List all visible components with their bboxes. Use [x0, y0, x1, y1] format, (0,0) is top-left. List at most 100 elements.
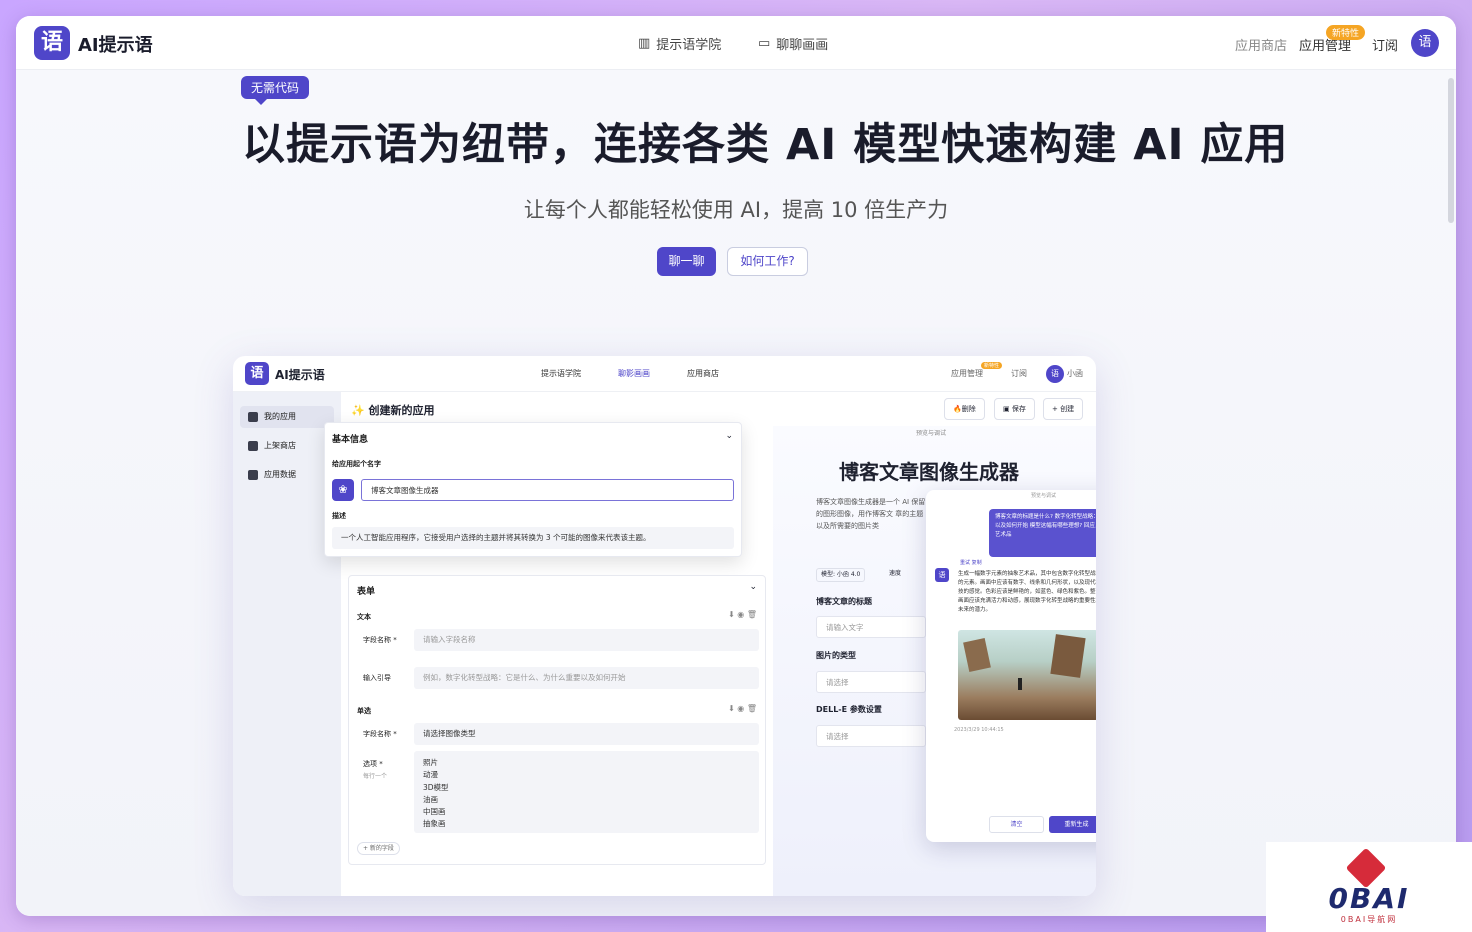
- preview-q3: DELL-E 参数设置: [816, 705, 882, 714]
- logo-icon[interactable]: 语: [34, 26, 70, 60]
- book-icon: ▥: [638, 36, 651, 51]
- nav-subscribe[interactable]: 订阅: [1372, 35, 1398, 54]
- save-icon: ▣: [1003, 405, 1010, 413]
- scrollbar[interactable]: [1448, 78, 1454, 223]
- preview-q1-input: 请输入文字: [816, 616, 926, 638]
- mock-avatar: 语: [1046, 365, 1064, 383]
- chat-icon: ▭: [758, 36, 771, 51]
- preview-speed: 速度: [889, 570, 902, 577]
- mock-page-title: ✨ 创建新的应用: [351, 402, 435, 418]
- mock-top-nav: 语 AI提示语 提示语学院 聊影画画 应用商店 应用管理 新特性 订阅 语 小函: [233, 356, 1096, 392]
- text-field-label: 文本: [357, 613, 371, 621]
- option-item: 3D模型: [423, 782, 449, 792]
- mock-nav-subscribe: 订阅: [1011, 369, 1027, 378]
- nav-chat-draw[interactable]: ▭ 聊聊画画: [758, 34, 828, 53]
- sparkle-icon: ✨: [351, 404, 365, 417]
- copy-link: 复制: [971, 560, 982, 566]
- option-item: 动漫: [423, 770, 438, 780]
- retry-copy-actions: 重试 复制: [960, 559, 982, 566]
- watermark: 0BAI 0BAI导航网: [1266, 842, 1472, 932]
- mock-save-button: ▣ 保存: [994, 398, 1035, 420]
- radio-name-label: 字段名称 *: [363, 730, 397, 738]
- option-item: 照片: [423, 758, 438, 767]
- preview-q2: 图片的类型: [816, 651, 856, 660]
- clear-button: 清空: [989, 816, 1044, 833]
- preview-title: 博客文章图像生成器: [839, 460, 1019, 484]
- mock-side-label: 上架商店: [264, 441, 296, 450]
- mock-nav-store: 应用商店: [687, 369, 719, 378]
- options-label: 选项 *: [363, 760, 383, 768]
- hero-title: 以提示语为纽带，连接各类 AI 模型快速构建 AI 应用: [242, 120, 1289, 170]
- hero-section: 无需代码 以提示语为纽带，连接各类 AI 模型快速构建 AI 应用 让每个人都能…: [16, 70, 1456, 916]
- image-block: [963, 638, 991, 672]
- retry-link: 重试: [960, 560, 971, 566]
- chevron-down-icon: ⌄: [725, 431, 733, 441]
- mock-side-data: 应用数据: [240, 464, 334, 486]
- radio-field-label: 单选: [357, 707, 371, 715]
- mock-save-label: 保存: [1011, 405, 1026, 413]
- avatar[interactable]: 语: [1411, 29, 1439, 57]
- watermark-sub: 0BAI导航网: [1340, 915, 1398, 924]
- mock-nav-manage: 应用管理: [951, 369, 983, 378]
- image-figure: [1018, 678, 1022, 690]
- app-icon: ❀: [332, 479, 354, 501]
- mock-delete-label: 删除: [961, 405, 976, 413]
- radio-name-input: 请选择图像类型: [414, 723, 759, 745]
- app-desc-input: 一个人工智能应用程序，它接受用户选择的主题并将其转换为 3 个可能的图像来代表该…: [332, 527, 734, 549]
- mock-nav-academy: 提示语学院: [541, 369, 581, 378]
- fire-icon: 🔥: [953, 405, 962, 413]
- options-hint: 每行一个: [363, 773, 388, 780]
- logo-text[interactable]: AI提示语: [78, 31, 153, 57]
- generated-image: [958, 630, 1096, 720]
- mock-create-label: 创建: [1060, 405, 1075, 413]
- image-block: [1050, 634, 1086, 678]
- app-window: 语 AI提示语 ▥ 提示语学院 ▭ 聊聊画画 应用商店 应用管理 新特性 订阅 语 …: [16, 16, 1456, 916]
- chevron-down-icon: ⌄: [749, 582, 757, 592]
- name-label: 给应用起个名字: [332, 460, 381, 468]
- basic-title: 基本信息: [332, 435, 369, 445]
- mock-user-name: 小函: [1067, 369, 1083, 378]
- mock-delete-button: 🔥删除: [944, 398, 985, 420]
- plus-icon: +: [1052, 405, 1058, 413]
- field-actions-icons: ⬇ ◉ 🗑: [728, 610, 757, 619]
- options-textarea: 照片 动漫 3D模型 油画 中国画 抽象画: [414, 751, 759, 833]
- regenerate-button: 重新生成: [1049, 816, 1096, 833]
- nav-chat-draw-label: 聊聊画画: [776, 38, 829, 53]
- nav-app-store[interactable]: 应用商店: [1235, 35, 1287, 54]
- mock-chat-window: 预览与调试 博客文章的标题是什么? 数字化转型战略：它是什么、为什么重要以及如何…: [926, 490, 1096, 842]
- guide-label: 输入引导: [363, 674, 391, 682]
- preview-q3-select: 请选择: [816, 725, 926, 747]
- field-actions-icons: ⬇ ◉ 🗑: [728, 704, 757, 713]
- mock-page-title-text: 创建新的应用: [368, 404, 435, 417]
- mock-nav-chat: 聊影画画: [618, 369, 650, 378]
- store-icon: [248, 441, 258, 451]
- how-it-works-button[interactable]: 如何工作?: [727, 247, 808, 276]
- chat-button[interactable]: 聊一聊: [657, 247, 716, 276]
- mock-form-panel: 表单 ⌄ 文本 ⬇ ◉ 🗑 字段名称 * 请输入字段名称 输入引导 例如，数字化…: [348, 575, 766, 865]
- bot-avatar: 语: [935, 568, 949, 582]
- mock-side-label: 应用数据: [264, 470, 296, 479]
- desc-label: 描述: [332, 512, 346, 520]
- mock-logo-text: AI提示语: [275, 368, 325, 382]
- preview-label: 预览与调试: [916, 430, 947, 437]
- option-item: 中国画: [423, 807, 446, 817]
- no-code-tag: 无需代码: [241, 76, 310, 105]
- field-name-input: 请输入字段名称: [414, 629, 759, 651]
- add-field-button: + 新的字段: [357, 842, 400, 855]
- option-item: 抽象画: [423, 819, 446, 829]
- watermark-brand: 0BAI: [1328, 882, 1410, 915]
- preview-desc: 博客文章图像生成器是一个 AI 保留的图形图像，用作博客文 章的主题以及所需要的…: [816, 498, 926, 530]
- new-feature-badge: 新特性: [1326, 25, 1366, 40]
- user-icon: [248, 412, 258, 422]
- option-item: 油画: [423, 794, 438, 804]
- mock-create-button: + 创建: [1043, 398, 1084, 420]
- product-mockup: 语 AI提示语 提示语学院 聊影画画 应用商店 应用管理 新特性 订阅 语 小函…: [233, 356, 1096, 896]
- mock-side-store: 上架商店: [240, 435, 334, 457]
- field-name-label: 字段名称 *: [363, 636, 397, 644]
- nav-academy[interactable]: ▥ 提示语学院: [638, 34, 721, 53]
- guide-input: 例如，数字化转型战略：它是什么、为什么重要以及如何开始: [414, 667, 759, 689]
- mock-new-badge: 新特性: [981, 362, 1003, 369]
- top-nav: 语 AI提示语 ▥ 提示语学院 ▭ 聊聊画画 应用商店 应用管理 新特性 订阅 语: [16, 16, 1456, 70]
- mock-logo-icon: 语: [245, 362, 269, 385]
- mock-basic-info-panel: 基本信息 ⌄ 给应用起个名字 ❀ 博客文章图像生成器 描述 一个人工智能应用程序…: [324, 422, 742, 557]
